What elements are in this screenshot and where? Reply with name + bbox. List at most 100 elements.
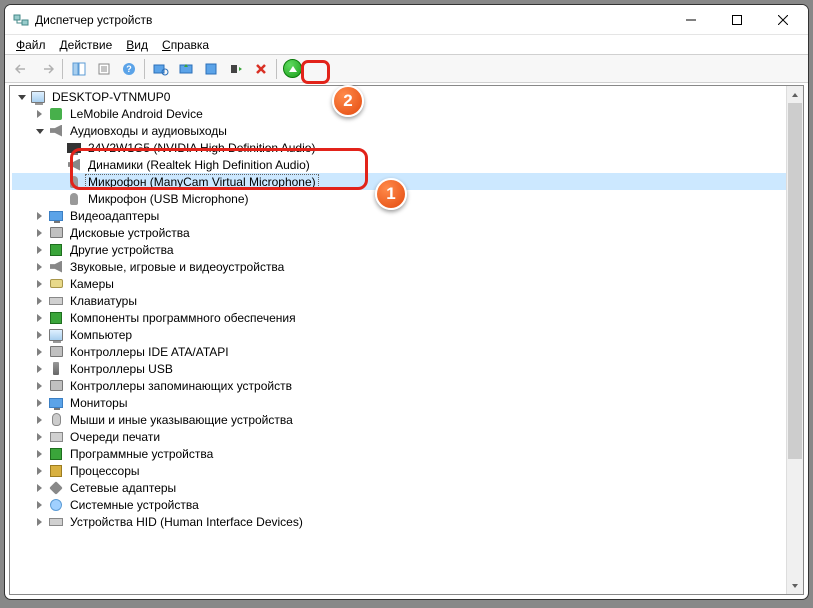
disable-button[interactable] — [224, 58, 247, 80]
tree-category[interactable]: Клавиатуры — [12, 292, 803, 309]
expander-icon[interactable] — [34, 414, 45, 425]
enable-device-button[interactable] — [281, 58, 304, 80]
expander-icon[interactable] — [34, 295, 45, 306]
tree-category[interactable]: Контроллеры запоминающих устройств — [12, 377, 803, 394]
expander-icon[interactable] — [34, 397, 45, 408]
tree-category[interactable]: Компьютер — [12, 326, 803, 343]
tree-category[interactable]: Мыши и иные указывающие устройства — [12, 411, 803, 428]
tree-category[interactable]: Видеоадаптеры — [12, 207, 803, 224]
category-label: Контроллеры запоминающих устройств — [68, 379, 294, 393]
category-label: Компьютер — [68, 328, 134, 342]
expander-icon[interactable] — [34, 278, 45, 289]
tree-root[interactable]: DESKTOP-VTNMUP0 — [12, 88, 803, 105]
tree-category[interactable]: LeMobile Android Device — [12, 105, 803, 122]
category-icon — [48, 344, 64, 360]
tree-item[interactable]: Микрофон (USB Microphone) — [12, 190, 803, 207]
category-icon — [48, 514, 64, 530]
tree-category[interactable]: Контроллеры IDE ATA/ATAPI — [12, 343, 803, 360]
tree-item[interactable]: 24V2W1G5 (NVIDIA High Definition Audio) — [12, 139, 803, 156]
toolbar-separator — [276, 59, 277, 79]
expander-icon[interactable] — [34, 312, 45, 323]
tree-item[interactable]: Динамики (Realtek High Definition Audio) — [12, 156, 803, 173]
expander-icon[interactable] — [34, 261, 45, 272]
expander-icon[interactable] — [34, 499, 45, 510]
tree-category[interactable]: Компоненты программного обеспечения — [12, 309, 803, 326]
tree-category-audio[interactable]: Аудиовходы и аудиовыходы — [12, 122, 803, 139]
properties-button[interactable] — [92, 58, 115, 80]
tree-category[interactable]: Контроллеры USB — [12, 360, 803, 377]
expander-icon[interactable] — [34, 227, 45, 238]
expander-icon[interactable] — [34, 329, 45, 340]
tree-category[interactable]: Другие устройства — [12, 241, 803, 258]
category-label: Системные устройства — [68, 498, 201, 512]
app-icon — [13, 12, 29, 28]
minimize-button[interactable] — [668, 5, 714, 34]
category-label: Очереди печати — [68, 430, 162, 444]
expander-icon[interactable] — [34, 363, 45, 374]
window-title: Диспетчер устройств — [35, 13, 668, 27]
tree-category[interactable]: Устройства HID (Human Interface Devices) — [12, 513, 803, 530]
category-icon — [48, 412, 64, 428]
close-button[interactable] — [760, 5, 806, 34]
category-icon — [48, 208, 64, 224]
expander-icon[interactable] — [34, 516, 45, 527]
expander-icon[interactable] — [34, 108, 45, 119]
forward-button[interactable] — [35, 58, 58, 80]
expander-icon[interactable] — [16, 91, 27, 102]
help-button[interactable]: ? — [117, 58, 140, 80]
category-icon — [48, 259, 64, 275]
category-icon — [48, 361, 64, 377]
back-button[interactable] — [10, 58, 33, 80]
expander-icon[interactable] — [34, 244, 45, 255]
scroll-down-button[interactable] — [787, 577, 803, 594]
tree-category[interactable]: Очереди печати — [12, 428, 803, 445]
show-hide-tree-button[interactable] — [67, 58, 90, 80]
expander-icon[interactable] — [34, 448, 45, 459]
device-label: 24V2W1G5 (NVIDIA High Definition Audio) — [86, 141, 317, 155]
tree-category[interactable]: Дисковые устройства — [12, 224, 803, 241]
menu-view[interactable]: Вид — [119, 36, 155, 54]
expander-icon[interactable] — [34, 431, 45, 442]
expander-icon[interactable] — [34, 346, 45, 357]
tree-category[interactable]: Процессоры — [12, 462, 803, 479]
tree-category[interactable]: Звуковые, игровые и видеоустройства — [12, 258, 803, 275]
menu-action[interactable]: Действие — [53, 36, 120, 54]
microphone-icon — [66, 191, 82, 207]
scan-hardware-button[interactable] — [149, 58, 172, 80]
tree-category[interactable]: Мониторы — [12, 394, 803, 411]
scroll-thumb[interactable] — [788, 103, 802, 459]
menu-file[interactable]: Файл — [9, 36, 53, 54]
expander-icon[interactable] — [34, 125, 45, 136]
expander-icon[interactable] — [34, 380, 45, 391]
tree-category[interactable]: Камеры — [12, 275, 803, 292]
category-label: Камеры — [68, 277, 116, 291]
category-label: Звуковые, игровые и видеоустройства — [68, 260, 286, 274]
device-tree[interactable]: DESKTOP-VTNMUP0 LeMobile Android Device … — [10, 86, 803, 532]
category-icon — [48, 327, 64, 343]
tree-category[interactable]: Программные устройства — [12, 445, 803, 462]
tree-category[interactable]: Сетевые адаптеры — [12, 479, 803, 496]
toolbar-separator — [62, 59, 63, 79]
category-label: Процессоры — [68, 464, 142, 478]
titlebar: Диспетчер устройств — [5, 5, 808, 35]
category-icon — [48, 378, 64, 394]
expander-icon[interactable] — [34, 465, 45, 476]
device-label: Микрофон (USB Microphone) — [86, 192, 251, 206]
category-icon — [48, 310, 64, 326]
scroll-up-button[interactable] — [787, 86, 803, 103]
menu-help[interactable]: Справка — [155, 36, 216, 54]
delete-button[interactable] — [249, 58, 272, 80]
maximize-button[interactable] — [714, 5, 760, 34]
category-label: Другие устройства — [68, 243, 176, 257]
category-icon — [48, 480, 64, 496]
update-driver-button[interactable] — [174, 58, 197, 80]
uninstall-button[interactable] — [199, 58, 222, 80]
speaker-icon — [48, 123, 64, 139]
category-icon — [48, 276, 64, 292]
enable-icon — [283, 59, 302, 78]
vertical-scrollbar[interactable] — [786, 86, 803, 594]
tree-item-selected[interactable]: Микрофон (ManyCam Virtual Microphone) — [12, 173, 803, 190]
expander-icon[interactable] — [34, 210, 45, 221]
expander-icon[interactable] — [34, 482, 45, 493]
tree-category[interactable]: Системные устройства — [12, 496, 803, 513]
